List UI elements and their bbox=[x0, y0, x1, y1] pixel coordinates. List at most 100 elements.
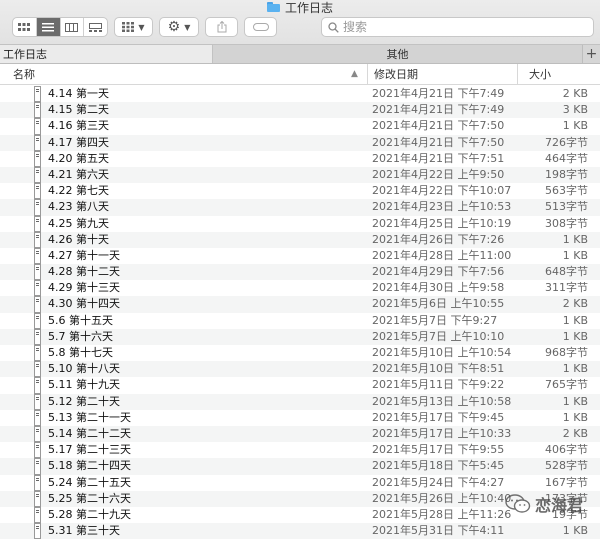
file-name: 5.25 第二十六天 bbox=[48, 491, 131, 505]
file-name: 4.17 第四天 bbox=[48, 135, 109, 149]
file-modified-date: 2021年4月28日 上午11:00 bbox=[372, 248, 512, 262]
table-row[interactable]: 5.8 第十七天 2021年5月10日 上午10:54 968字节 bbox=[0, 345, 600, 362]
file-name: 5.18 第二十四天 bbox=[48, 459, 131, 473]
file-modified-date: 2021年5月7日 下午9:27 bbox=[372, 313, 498, 327]
file-modified-date: 2021年4月22日 下午10:07 bbox=[372, 184, 512, 198]
text-file-icon bbox=[34, 102, 41, 119]
name-column-header[interactable]: 名称 bbox=[13, 64, 367, 84]
search-input[interactable] bbox=[343, 20, 583, 34]
list-view-icon bbox=[42, 22, 55, 31]
table-row[interactable]: 4.17 第四天 2021年4月21日 下午7:50 726字节 bbox=[0, 134, 600, 151]
table-row[interactable]: 5.31 第三十天 2021年5月31日 下午4:11 1 KB bbox=[0, 523, 600, 539]
text-file-icon bbox=[34, 264, 41, 281]
table-row[interactable]: 5.11 第十九天 2021年5月11日 下午9:22 765字节 bbox=[0, 377, 600, 394]
watermark: 恋海君 bbox=[505, 492, 583, 516]
date-column-label: 修改日期 bbox=[374, 68, 418, 81]
gallery-view-button[interactable] bbox=[84, 18, 107, 36]
table-row[interactable]: 5.18 第二十四天 2021年5月18日 下午5:45 528字节 bbox=[0, 458, 600, 475]
file-modified-date: 2021年4月21日 下午7:49 bbox=[372, 87, 505, 100]
name-column-label: 名称 bbox=[13, 68, 35, 81]
sort-ascending-icon: ▲ bbox=[351, 69, 358, 79]
file-name: 4.14 第一天 bbox=[48, 87, 109, 100]
file-modified-date: 2021年5月10日 上午10:54 bbox=[372, 346, 512, 359]
file-modified-date: 2021年4月29日 下午7:56 bbox=[372, 265, 505, 279]
table-row[interactable]: 5.10 第十八天 2021年5月10日 下午8:51 1 KB bbox=[0, 361, 600, 378]
file-name: 5.6 第十五天 bbox=[48, 313, 113, 327]
file-size: 167字节 bbox=[545, 475, 588, 489]
file-size: 1 KB bbox=[562, 313, 588, 327]
chevron-down-icon: ▼ bbox=[184, 22, 191, 32]
table-row[interactable]: 4.27 第十一天 2021年4月28日 上午11:00 1 KB bbox=[0, 247, 600, 265]
file-modified-date: 2021年5月31日 下午4:11 bbox=[372, 524, 505, 538]
list-view-button[interactable] bbox=[36, 18, 61, 36]
size-column-label: 大小 bbox=[529, 68, 551, 81]
size-column-header[interactable]: 大小 bbox=[517, 64, 600, 84]
table-row[interactable]: 4.23 第八天 2021年4月23日 上午10:53 513字节 bbox=[0, 199, 600, 216]
table-row[interactable]: 4.14 第一天 2021年4月21日 下午7:49 2 KB bbox=[0, 86, 600, 103]
table-row[interactable]: 5.17 第二十三天 2021年5月17日 下午9:55 406字节 bbox=[0, 442, 600, 459]
table-row[interactable]: 4.25 第九天 2021年4月25日 上午10:19 308字节 bbox=[0, 215, 600, 232]
table-row[interactable]: 5.14 第二十二天 2021年5月17日 上午10:33 2 KB bbox=[0, 425, 600, 443]
table-row[interactable]: 4.20 第五天 2021年4月21日 下午7:51 464字节 bbox=[0, 150, 600, 167]
tag-button[interactable] bbox=[244, 17, 277, 37]
file-size: 1 KB bbox=[562, 394, 588, 408]
plus-icon: + bbox=[585, 46, 598, 62]
date-column-header[interactable]: 修改日期 bbox=[367, 64, 517, 84]
file-name: 4.29 第十三天 bbox=[48, 281, 120, 295]
table-row[interactable]: 4.30 第十四天 2021年5月6日 上午10:55 2 KB bbox=[0, 296, 600, 313]
file-modified-date: 2021年5月17日 下午9:55 bbox=[372, 443, 505, 457]
text-file-icon bbox=[34, 134, 41, 151]
file-size: 1 KB bbox=[562, 410, 588, 424]
tab-work-log[interactable]: 工作日志 bbox=[0, 45, 213, 63]
chevron-down-icon: ▼ bbox=[138, 22, 145, 32]
table-row[interactable]: 5.12 第二十天 2021年5月13日 上午10:58 1 KB bbox=[0, 393, 600, 410]
table-row[interactable]: 5.7 第十六天 2021年5月7日 上午10:10 1 KB bbox=[0, 328, 600, 345]
table-row[interactable]: 4.22 第七天 2021年4月22日 下午10:07 563字节 bbox=[0, 183, 600, 200]
file-modified-date: 2021年5月17日 下午9:45 bbox=[372, 410, 505, 424]
file-size: 1 KB bbox=[562, 119, 588, 133]
file-modified-date: 2021年5月7日 上午10:10 bbox=[372, 329, 505, 343]
icon-view-button[interactable] bbox=[13, 18, 37, 36]
share-button[interactable] bbox=[205, 17, 238, 37]
text-file-icon bbox=[34, 150, 41, 167]
text-file-icon bbox=[34, 312, 41, 329]
file-size: 765字节 bbox=[545, 378, 588, 392]
window-title: 工作日志 bbox=[0, 0, 600, 15]
text-file-icon bbox=[34, 425, 41, 443]
search-field[interactable] bbox=[321, 17, 594, 37]
text-file-icon bbox=[34, 86, 41, 103]
text-file-icon bbox=[34, 166, 41, 184]
file-size: 3 KB bbox=[562, 103, 588, 117]
file-size: 1 KB bbox=[562, 524, 588, 538]
search-icon bbox=[328, 21, 339, 33]
table-row[interactable]: 4.21 第六天 2021年4月22日 上午9:50 198字节 bbox=[0, 166, 600, 184]
table-row[interactable]: 4.29 第十三天 2021年4月30日 上午9:58 311字节 bbox=[0, 280, 600, 297]
file-name: 4.30 第十四天 bbox=[48, 297, 120, 311]
table-row[interactable]: 5.24 第二十五天 2021年5月24日 下午4:27 167字节 bbox=[0, 474, 600, 491]
file-modified-date: 2021年4月21日 下午7:51 bbox=[372, 151, 505, 165]
table-row[interactable]: 4.28 第十二天 2021年4月29日 下午7:56 648字节 bbox=[0, 264, 600, 281]
column-view-button[interactable] bbox=[61, 18, 85, 36]
new-tab-button[interactable]: + bbox=[582, 45, 600, 63]
table-row[interactable]: 4.15 第二天 2021年4月21日 下午7:49 3 KB bbox=[0, 102, 600, 119]
file-name: 4.27 第十一天 bbox=[48, 248, 120, 262]
file-size: 1 KB bbox=[562, 362, 588, 376]
file-name: 4.15 第二天 bbox=[48, 103, 109, 117]
column-header: 名称 ▲ 修改日期 大小 bbox=[0, 64, 600, 85]
table-row[interactable]: 5.6 第十五天 2021年5月7日 下午9:27 1 KB bbox=[0, 312, 600, 329]
group-button[interactable]: ▼ bbox=[114, 17, 153, 37]
table-row[interactable]: 4.16 第三天 2021年4月21日 下午7:50 1 KB bbox=[0, 118, 600, 135]
file-modified-date: 2021年4月21日 下午7:49 bbox=[372, 103, 505, 117]
file-modified-date: 2021年5月18日 下午5:45 bbox=[372, 459, 505, 473]
tag-icon bbox=[252, 23, 269, 31]
action-button[interactable]: ⚙ ▼ bbox=[159, 17, 199, 37]
table-row[interactable]: 4.26 第十天 2021年4月26日 下午7:26 1 KB bbox=[0, 231, 600, 248]
file-name: 4.22 第七天 bbox=[48, 184, 109, 198]
file-name: 4.23 第八天 bbox=[48, 200, 109, 214]
tab-other[interactable]: 其他 bbox=[213, 45, 582, 63]
file-modified-date: 2021年5月11日 下午9:22 bbox=[372, 378, 505, 392]
table-row[interactable]: 5.13 第二十一天 2021年5月17日 下午9:45 1 KB bbox=[0, 409, 600, 426]
file-name: 5.24 第二十五天 bbox=[48, 475, 131, 489]
text-file-icon bbox=[34, 506, 41, 524]
file-size: 198字节 bbox=[545, 167, 588, 181]
